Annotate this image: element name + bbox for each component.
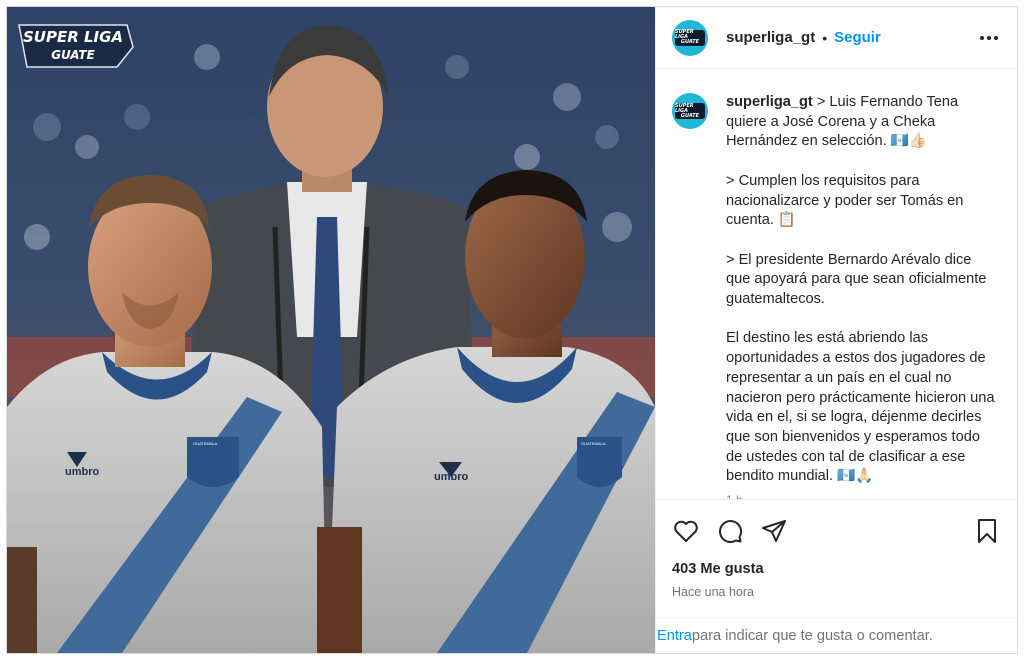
login-link[interactable]: Entra xyxy=(657,628,692,644)
heart-icon xyxy=(674,520,698,542)
kit-brand-left: umbro xyxy=(65,466,100,478)
follow-button[interactable]: Seguir xyxy=(834,29,881,46)
save-button[interactable] xyxy=(973,517,1001,545)
like-button[interactable] xyxy=(672,517,700,545)
crest-text-left: GUATEMALA xyxy=(193,441,218,446)
post-dialog: umbro umbro GUATEMALA GUATEMALA SUPER LI… xyxy=(6,6,1018,654)
bookmark-icon xyxy=(978,518,996,543)
header-separator: • xyxy=(822,29,828,46)
post-image[interactable]: umbro umbro GUATEMALA GUATEMALA SUPER LI… xyxy=(7,7,655,653)
post-side-panel: SUPER LIGA GUATE superliga_gt • Seguir S… xyxy=(655,7,1017,653)
avatar-logo: SUPER LIGA GUATE xyxy=(675,29,705,46)
caption-avatar-logo: SUPER LIGA GUATE xyxy=(675,103,705,119)
super-liga-logo: SUPER LIGA GUATE xyxy=(18,24,134,68)
more-options-button[interactable] xyxy=(977,26,1001,50)
logo-line-2: GUATE xyxy=(51,48,95,62)
likes-count[interactable]: 403 Me gusta xyxy=(656,561,1017,581)
comment-prompt-text: para indicar que te gusta o comentar. xyxy=(691,627,933,644)
post-header: SUPER LIGA GUATE superliga_gt • Seguir xyxy=(656,7,1017,69)
kit-brand-right: umbro xyxy=(434,471,469,483)
caption-content: > Luis Fernando Tena quiere a José Coren… xyxy=(726,94,995,485)
caption-body: superliga_gt > Luis Fernando Tena quiere… xyxy=(726,93,998,499)
caption-avatar[interactable]: SUPER LIGA GUATE xyxy=(672,93,708,129)
caption-avatar-logo-line-2: GUATE xyxy=(680,112,700,119)
caption-section: SUPER LIGA GUATE superliga_gt > Luis Fer… xyxy=(656,69,1017,499)
caption-text: superliga_gt > Luis Fernando Tena quiere… xyxy=(726,93,998,487)
caption-username[interactable]: superliga_gt xyxy=(726,94,813,110)
more-horizontal-icon xyxy=(980,35,998,40)
share-icon xyxy=(762,519,786,542)
comment-button[interactable] xyxy=(716,517,744,545)
post-time: Hace una hora xyxy=(672,585,755,599)
share-button[interactable] xyxy=(760,517,788,545)
crest-text-right: GUATEMALA xyxy=(581,441,606,446)
comment-prompt: Entra para indicar que te gusta o coment… xyxy=(656,617,1017,653)
logo-line-1: SUPER LIGA xyxy=(23,28,123,46)
header-username[interactable]: superliga_gt xyxy=(726,29,815,46)
avatar-logo-line-2: GUATE xyxy=(680,39,700,45)
post-photo: umbro umbro GUATEMALA GUATEMALA SUPER LI… xyxy=(7,7,655,653)
caption-avatar-logo-line-1: SUPER LIGA xyxy=(675,102,694,114)
avatar[interactable]: SUPER LIGA GUATE xyxy=(672,19,708,56)
comment-icon xyxy=(719,519,743,543)
action-bar xyxy=(656,499,1017,561)
